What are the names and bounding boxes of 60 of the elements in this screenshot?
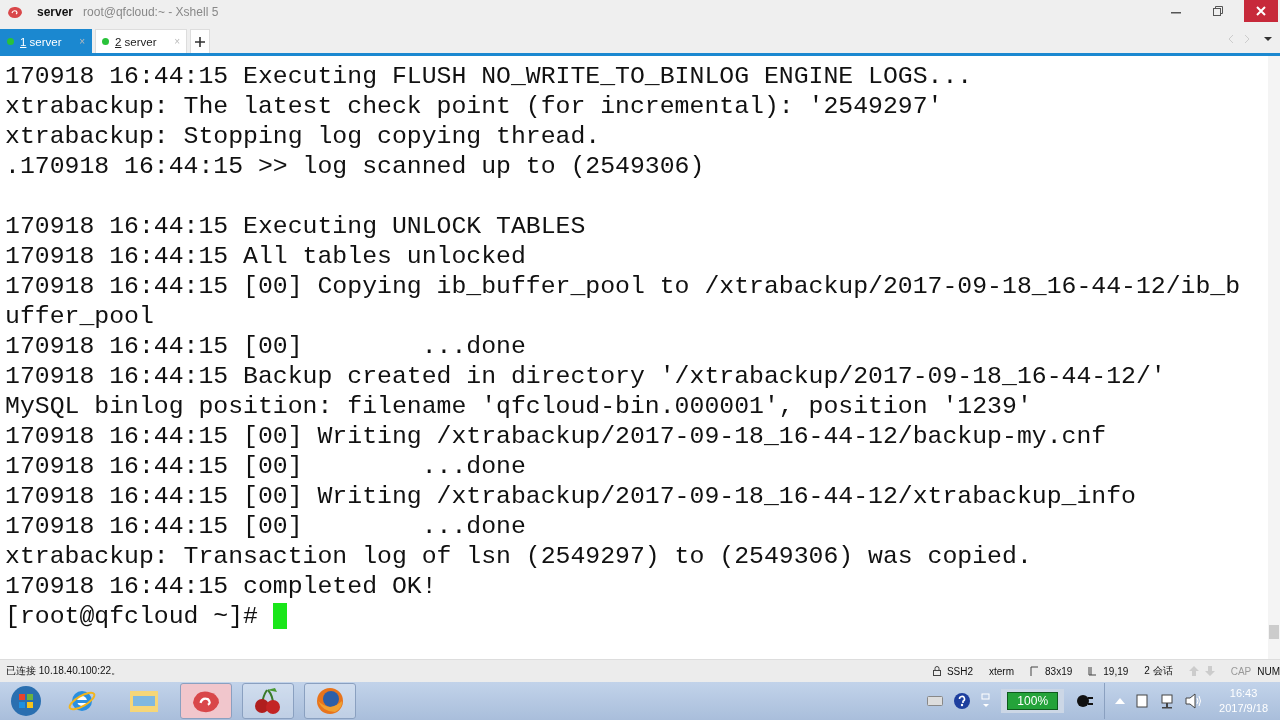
tab-close[interactable]: × <box>174 36 180 47</box>
app-logo-icon <box>7 5 23 19</box>
terminal-line: 170918 16:44:15 Executing FLUSH NO_WRITE_TO_BINLOG ENGINE LOGS... <box>5 61 973 91</box>
num-lock-indicator: NUM <box>1257 665 1280 677</box>
restore-icon[interactable] <box>1213 6 1223 16</box>
terminal-line: 170918 16:44:15 [00] ...done <box>5 451 526 481</box>
help-icon[interactable] <box>953 692 972 710</box>
terminal-line: 170918 16:44:15 Backup created in directory '/xtrabackup/2017-09-18_16-44-12/' <box>5 361 1166 391</box>
terminal-line: uffer_pool <box>5 301 154 331</box>
terminal-line: 170918 16:44:15 [00] ...done <box>5 511 526 541</box>
terminal-line: 170918 16:44:15 Executing UNLOCK TABLES <box>5 211 586 241</box>
keyboard-icon[interactable] <box>927 696 944 706</box>
lock-icon <box>932 666 941 676</box>
terminal-line: MySQL binlog position: filename 'qfcloud-bin.000001', position '1239' <box>5 391 1032 421</box>
close-icon[interactable] <box>1256 6 1266 16</box>
clock[interactable]: 16:43 2017/9/18 <box>1213 686 1280 716</box>
window-subtitle: root@qfcloud:~ - Xshell 5 <box>83 5 219 19</box>
battery-indicator[interactable]: 100% <box>1001 689 1065 713</box>
plug-icon[interactable] <box>1074 694 1095 708</box>
terminal-size: 83x19 <box>1045 665 1073 677</box>
resize-icon <box>1030 666 1040 676</box>
volume-icon[interactable] <box>1185 693 1204 709</box>
session-tab[interactable]: 1 server × <box>0 29 92 53</box>
terminal-app-button[interactable] <box>180 683 232 719</box>
terminal-line: 170918 16:44:15 [00] Copying ib_buffer_pool to /xtrabackup/2017-09-18_16-44-12/ib_b <box>5 271 1241 301</box>
cherry-app-button[interactable] <box>242 683 294 719</box>
cursor-position: 19,19 <box>1103 665 1129 677</box>
text-cursor <box>272 603 287 629</box>
window-title: server <box>37 5 74 19</box>
tab-close[interactable]: × <box>79 36 85 47</box>
connection-status: 已连接 10.18.40.100:22。 <box>6 664 122 678</box>
terminal-type: xterm <box>989 665 1015 677</box>
status-dot <box>7 38 14 45</box>
terminal-line: .170918 16:44:15 >> log scanned up to (2549306) <box>5 151 705 181</box>
plus-icon[interactable] <box>195 36 205 47</box>
status-dot <box>102 38 109 45</box>
app-logo-icon[interactable] <box>191 688 221 714</box>
session-count: 2 会话 <box>1144 664 1173 678</box>
close-button[interactable] <box>1244 0 1278 22</box>
add-tab-button[interactable] <box>190 29 210 53</box>
terminal-line: 170918 16:44:15 [00] Writing /xtrabackup/2017-09-18_16-44-12/backup-my.cnf <box>5 421 1107 451</box>
firefox-button[interactable] <box>304 683 356 719</box>
protocol-label: SSH2 <box>946 665 974 677</box>
terminal-line: xtrabackup: Transaction log of lsn (2549297) to (2549306) was copied. <box>5 541 1032 571</box>
scrollbar[interactable] <box>1268 56 1280 659</box>
terminal-line: 170918 16:44:15 completed OK! <box>5 571 437 601</box>
terminal-line: 170918 16:44:15 All tables unlocked <box>5 241 526 271</box>
shell-prompt: [root@qfcloud ~]# <box>5 601 259 631</box>
network-icon[interactable] <box>1159 693 1176 709</box>
session-tab[interactable]: 2 server × <box>95 29 187 53</box>
caps-lock-indicator: CAP <box>1230 665 1252 677</box>
device-icon[interactable] <box>1135 693 1150 709</box>
dropdown-icon[interactable] <box>1264 35 1272 42</box>
terminal-line: 170918 16:44:15 [00] ...done <box>5 331 526 361</box>
fox-globe-icon[interactable] <box>315 686 345 716</box>
cursor-position-icon <box>1088 666 1098 676</box>
terminal-line: xtrabackup: The latest check point (for incremental): '2549297' <box>5 91 943 121</box>
terminal-line: 170918 16:44:15 [00] Writing /xtrabackup/2017-09-18_16-44-12/xtrabackup_info <box>5 481 1136 511</box>
terminal-line: xtrabackup: Stopping log copying thread. <box>5 121 601 151</box>
cherry-icon[interactable] <box>253 686 283 716</box>
